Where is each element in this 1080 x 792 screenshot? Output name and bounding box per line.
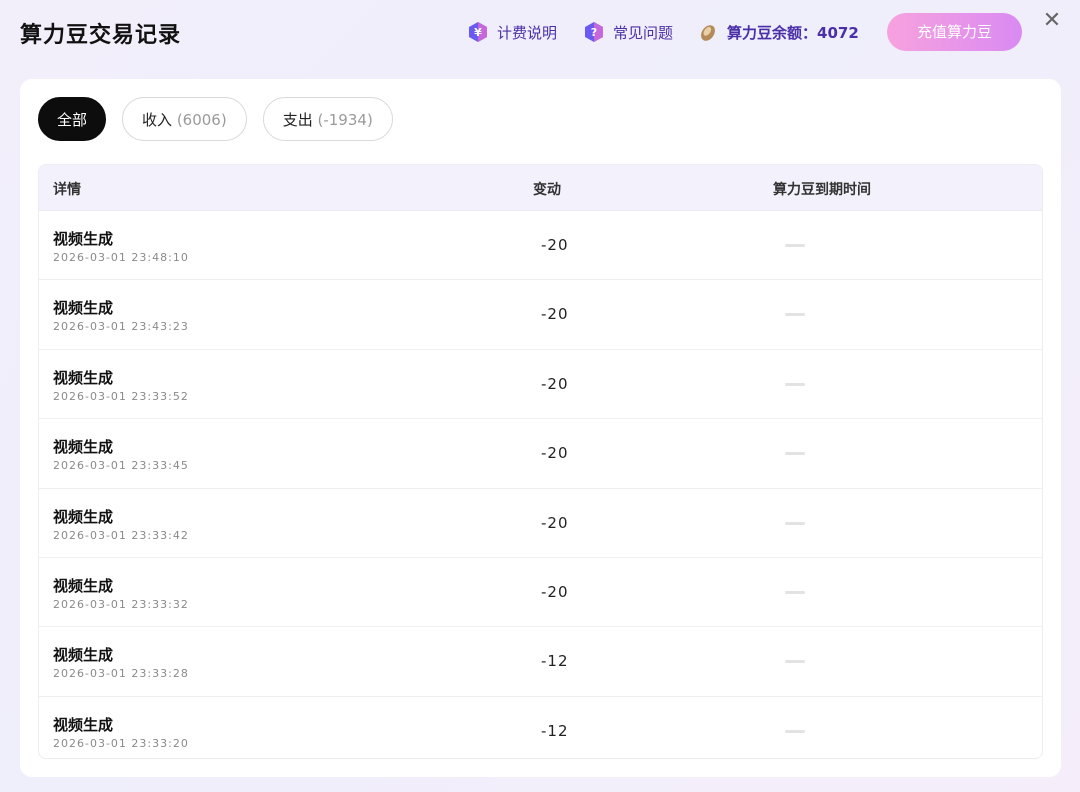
balance-display: 算力豆余额：4072: [697, 18, 859, 46]
filter-tabs: 全部 收入 (6006) 支出 (-1934): [38, 97, 409, 141]
billing-link[interactable]: ¥ 计费说明: [467, 18, 557, 46]
transaction-table: 详情 变动 算力豆到期时间 视频生成 2026-03-01 23:48:10 -20…: [38, 164, 1043, 759]
table-body: 视频生成 2026-03-01 23:48:10 -20 视频生成 2026-03-01…: [39, 211, 1042, 758]
row-change-value: -20: [541, 236, 569, 254]
close-icon[interactable]: ✕: [1040, 10, 1064, 34]
tab-income[interactable]: 收入 (6006): [122, 97, 247, 141]
table-row: 视频生成 2026-03-01 23:33:32 -20: [39, 558, 1042, 628]
row-change-value: -12: [541, 652, 569, 671]
table-row: 视频生成 2026-03-01 23:33:52 -20: [39, 350, 1042, 420]
row-timestamp: 2026-03-01 23:43:23: [53, 320, 189, 334]
header-detail: 详情: [53, 182, 81, 198]
table-header: 详情 变动 算力豆到期时间: [39, 165, 1042, 211]
row-detail-name: 视频生成: [53, 646, 114, 665]
table-row: 视频生成 2026-03-01 23:33:45 -20: [39, 419, 1042, 489]
row-change-value: -12: [541, 721, 569, 740]
row-timestamp: 2026-03-01 23:33:52: [53, 389, 189, 403]
row-expire-placeholder: [785, 382, 805, 386]
row-detail-name: 视频生成: [53, 507, 114, 526]
row-expire-placeholder: [785, 313, 805, 317]
row-change-value: -20: [541, 444, 569, 463]
recharge-button[interactable]: 充值算力豆: [887, 13, 1022, 51]
row-change-value: -20: [541, 582, 569, 601]
row-timestamp: 2026-03-01 23:33:45: [53, 459, 189, 473]
row-change-value: -20: [541, 305, 569, 324]
row-detail-name: 视频生成: [53, 368, 114, 387]
page-title: 算力豆交易记录: [20, 23, 182, 48]
row-timestamp: 2026-03-01 23:33:32: [53, 597, 189, 611]
header-change: 变动: [533, 182, 561, 198]
row-expire-placeholder: [785, 521, 805, 525]
yuan-icon: ¥: [467, 21, 489, 43]
row-timestamp: 2026-03-01 23:48:10: [53, 251, 189, 264]
tab-all[interactable]: 全部: [38, 97, 107, 141]
row-change-value: -20: [541, 513, 569, 532]
faq-label: 常见问题: [613, 23, 674, 42]
tab-expense-count: (-1934): [317, 111, 373, 129]
table-row: 视频生成 2026-03-01 23:33:42 -20: [39, 489, 1042, 558]
row-detail-name: 视频生成: [53, 438, 114, 457]
svg-text:¥: ¥: [474, 26, 482, 39]
tab-income-count: (6006): [176, 111, 227, 129]
table-row: 视频生成 2026-03-01 23:33:28 -12: [39, 627, 1042, 697]
row-change-value: -20: [541, 374, 569, 393]
row-expire-placeholder: [785, 729, 805, 733]
table-row: 视频生成 2026-03-01 23:43:23 -20: [39, 280, 1042, 350]
row-detail-name: 视频生成: [53, 576, 114, 595]
row-detail-name: 视频生成: [53, 715, 114, 734]
table-row: 视频生成 2026-03-01 23:33:20 -12: [39, 697, 1042, 758]
billing-label: 计费说明: [497, 23, 558, 42]
tab-expense-label: 支出: [282, 111, 313, 129]
header-expire: 算力豆到期时间: [773, 182, 871, 198]
row-detail-name: 视频生成: [53, 230, 114, 248]
faq-link[interactable]: ? 常见问题: [583, 18, 673, 46]
bean-icon: [697, 21, 719, 43]
row-timestamp: 2026-03-01 23:33:20: [53, 736, 189, 750]
row-detail-name: 视频生成: [53, 299, 114, 318]
row-timestamp: 2026-03-01 23:33:28: [53, 667, 189, 681]
tab-expense[interactable]: 支出 (-1934): [262, 97, 393, 141]
table-row: 视频生成 2026-03-01 23:48:10 -20: [39, 211, 1042, 281]
row-expire-placeholder: [785, 244, 805, 247]
row-timestamp: 2026-03-01 23:33:42: [53, 528, 189, 542]
balance-label: 算力豆余额：: [727, 23, 818, 42]
transaction-panel: 全部 收入 (6006) 支出 (-1934) 详情 变动 算力豆到期时间 视频…: [20, 79, 1061, 777]
row-expire-placeholder: [785, 590, 805, 594]
balance-value: 4072: [817, 23, 859, 42]
question-icon: ?: [583, 21, 605, 43]
tab-all-label: 全部: [57, 111, 88, 129]
row-expire-placeholder: [785, 452, 805, 456]
row-expire-placeholder: [785, 660, 805, 664]
tab-income-label: 收入: [142, 111, 173, 129]
svg-text:?: ?: [591, 26, 597, 39]
